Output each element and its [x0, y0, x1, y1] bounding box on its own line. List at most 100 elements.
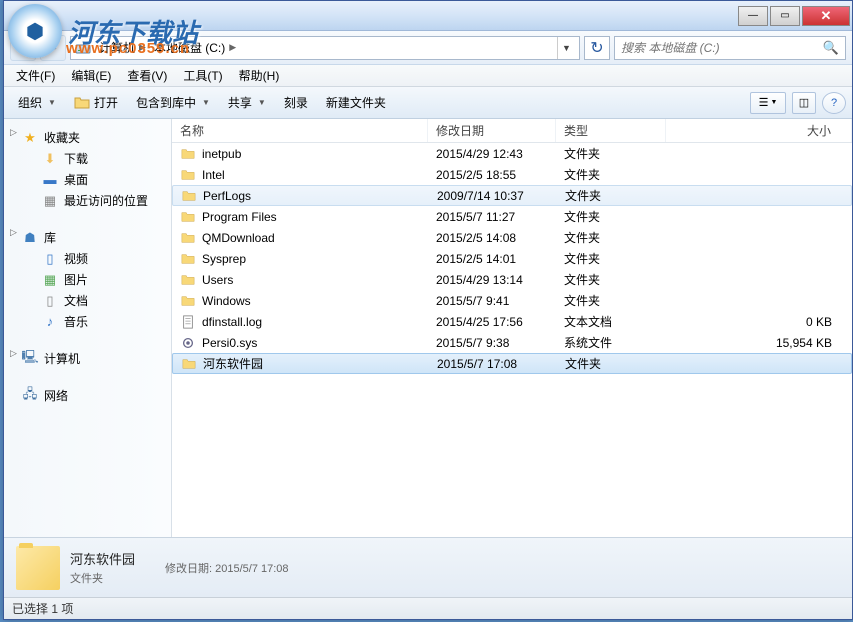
titlebar[interactable]: — ▭ ✕ — [4, 1, 852, 31]
caret-icon[interactable]: ▷ — [10, 348, 17, 359]
music-icon: ♪ — [42, 314, 58, 330]
file-type: 文件夹 — [556, 290, 666, 311]
details-date: 修改日期: 2015/5/7 17:08 — [165, 560, 289, 576]
column-name[interactable]: 名称 — [172, 119, 428, 142]
menu-view[interactable]: 查看(V) — [119, 65, 175, 86]
picture-icon: ▦ — [42, 272, 58, 288]
details-pane: 河东软件园 文件夹 修改日期: 2015/5/7 17:08 — [4, 537, 852, 597]
folder-icon — [180, 209, 196, 225]
video-icon: ▯ — [42, 251, 58, 267]
file-size — [666, 164, 852, 185]
sidebar-item-videos[interactable]: ▯视频 — [4, 248, 171, 269]
folder-icon — [180, 272, 196, 288]
file-date: 2015/2/5 14:08 — [428, 227, 556, 248]
file-size: 15,954 KB — [666, 332, 852, 353]
organize-button[interactable]: 组织▼ — [10, 90, 64, 115]
column-size[interactable]: 大小 — [666, 119, 852, 142]
details-name: 河东软件园 — [70, 549, 135, 568]
breadcrumb-drive[interactable]: 本地磁盘 (C:)▶ — [150, 39, 240, 56]
file-size — [666, 269, 852, 290]
preview-pane-button[interactable]: ◫ — [792, 92, 816, 114]
file-size — [667, 354, 851, 373]
file-row[interactable]: Persi0.sys2015/5/7 9:38系统文件15,954 KB — [172, 332, 852, 353]
open-button[interactable]: 打开 — [66, 90, 126, 115]
network-icon: 🖧 — [22, 388, 38, 404]
folder-icon — [181, 356, 197, 372]
sidebar-favorites[interactable]: ★ 收藏夹 — [4, 127, 171, 148]
menu-help[interactable]: 帮助(H) — [231, 65, 288, 86]
file-row[interactable]: inetpub2015/4/29 12:43文件夹 — [172, 143, 852, 164]
menu-file[interactable]: 文件(F) — [8, 65, 63, 86]
sidebar-libraries[interactable]: ☗ 库 — [4, 227, 171, 248]
file-date: 2015/2/5 18:55 — [428, 164, 556, 185]
file-type: 文件夹 — [556, 269, 666, 290]
back-button[interactable]: ◄ — [10, 35, 36, 61]
caret-icon[interactable]: ▷ — [10, 227, 17, 238]
file-size — [666, 206, 852, 227]
file-row[interactable]: Sysprep2015/2/5 14:01文件夹 — [172, 248, 852, 269]
file-row[interactable]: Intel2015/2/5 18:55文件夹 — [172, 164, 852, 185]
file-name: Program Files — [202, 210, 277, 224]
column-type[interactable]: 类型 — [556, 119, 666, 142]
file-name: 河东软件园 — [203, 355, 263, 372]
file-row[interactable]: PerfLogs2009/7/14 10:37文件夹 — [172, 185, 852, 206]
file-row[interactable]: 河东软件园2015/5/7 17:08文件夹 — [172, 353, 852, 374]
file-name: Sysprep — [202, 252, 246, 266]
new-folder-button[interactable]: 新建文件夹 — [318, 90, 394, 115]
refresh-button[interactable]: ↻ — [584, 36, 610, 60]
command-toolbar: 组织▼ 打开 包含到库中▼ 共享▼ 刻录 新建文件夹 ☰ ▼ ◫ ? — [4, 87, 852, 119]
caret-icon[interactable]: ▷ — [10, 127, 17, 138]
file-type: 文件夹 — [556, 227, 666, 248]
folder-icon — [180, 251, 196, 267]
menu-tools[interactable]: 工具(T) — [175, 65, 230, 86]
menu-edit[interactable]: 编辑(E) — [63, 65, 119, 86]
file-row[interactable]: Users2015/4/29 13:14文件夹 — [172, 269, 852, 290]
breadcrumb-computer[interactable]: 计算机▶ — [95, 39, 150, 56]
search-input[interactable] — [621, 41, 823, 55]
file-row[interactable]: Windows2015/5/7 9:41文件夹 — [172, 290, 852, 311]
folder-icon — [180, 146, 196, 162]
file-type: 文本文档 — [556, 311, 666, 332]
document-icon: ▯ — [42, 293, 58, 309]
sidebar-computer[interactable]: 🖳 计算机 — [4, 348, 171, 369]
include-library-button[interactable]: 包含到库中▼ — [128, 90, 218, 115]
breadcrumb[interactable]: 计算机▶ 本地磁盘 (C:)▶ ▼ — [70, 36, 580, 60]
menubar: 文件(F) 编辑(E) 查看(V) 工具(T) 帮助(H) — [4, 65, 852, 87]
sidebar-item-desktop[interactable]: ▬桌面 — [4, 169, 171, 190]
sidebar-item-music[interactable]: ♪音乐 — [4, 311, 171, 332]
sidebar-item-recent[interactable]: ▦最近访问的位置 — [4, 190, 171, 211]
file-date: 2015/5/7 17:08 — [429, 354, 557, 373]
search-box[interactable]: 🔍 — [614, 36, 846, 60]
file-name: dfinstall.log — [202, 315, 262, 329]
file-type: 文件夹 — [556, 206, 666, 227]
share-button[interactable]: 共享▼ — [220, 90, 274, 115]
file-size — [666, 143, 852, 164]
file-type: 系统文件 — [556, 332, 666, 353]
forward-button[interactable]: ► — [40, 35, 66, 61]
file-row[interactable]: Program Files2015/5/7 11:27文件夹 — [172, 206, 852, 227]
view-options-button[interactable]: ☰ ▼ — [750, 92, 786, 114]
folder-icon — [181, 188, 197, 204]
status-text: 已选择 1 项 — [12, 600, 73, 617]
sidebar-item-pictures[interactable]: ▦图片 — [4, 269, 171, 290]
column-headers: 名称 修改日期 类型 大小 — [172, 119, 852, 143]
burn-button[interactable]: 刻录 — [276, 90, 316, 115]
maximize-button[interactable]: ▭ — [770, 6, 800, 26]
sidebar-network[interactable]: 🖧 网络 — [4, 385, 171, 406]
file-row[interactable]: dfinstall.log2015/4/25 17:56文本文档0 KB — [172, 311, 852, 332]
drive-icon — [75, 40, 91, 56]
search-icon[interactable]: 🔍 — [823, 40, 839, 56]
close-button[interactable]: ✕ — [802, 6, 850, 26]
breadcrumb-dropdown[interactable]: ▼ — [557, 37, 575, 59]
file-name: inetpub — [202, 147, 241, 161]
file-date: 2015/2/5 14:01 — [428, 248, 556, 269]
file-type: 文件夹 — [556, 164, 666, 185]
file-row[interactable]: QMDownload2015/2/5 14:08文件夹 — [172, 227, 852, 248]
sidebar-item-documents[interactable]: ▯文档 — [4, 290, 171, 311]
file-date: 2015/4/29 13:14 — [428, 269, 556, 290]
column-date[interactable]: 修改日期 — [428, 119, 556, 142]
sidebar-item-downloads[interactable]: ⬇下载 — [4, 148, 171, 169]
details-type: 文件夹 — [70, 570, 135, 586]
help-button[interactable]: ? — [822, 92, 846, 114]
minimize-button[interactable]: — — [738, 6, 768, 26]
